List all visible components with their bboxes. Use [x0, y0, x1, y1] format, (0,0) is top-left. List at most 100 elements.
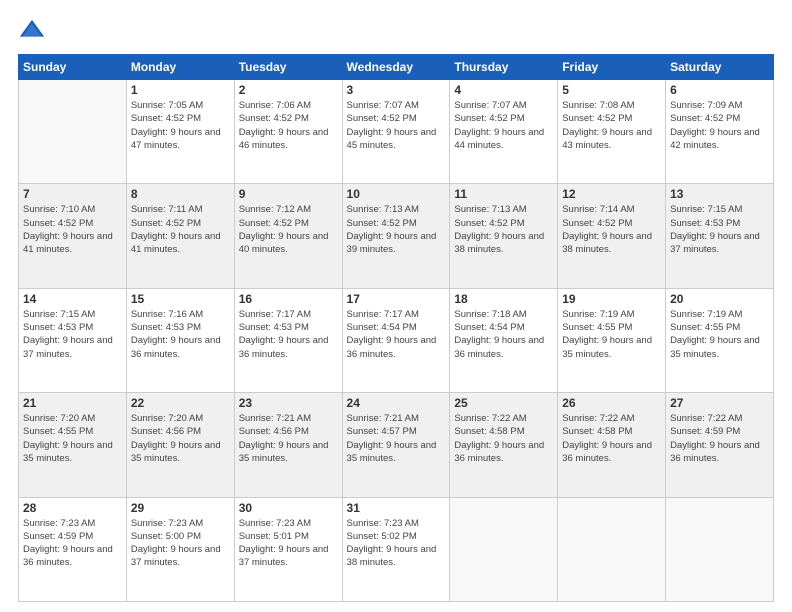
- day-info: Sunrise: 7:15 AMSunset: 4:53 PMDaylight:…: [670, 203, 769, 256]
- calendar-cell: 19 Sunrise: 7:19 AMSunset: 4:55 PMDayligh…: [558, 288, 666, 392]
- day-number: 2: [239, 83, 338, 97]
- calendar-cell: [558, 497, 666, 601]
- day-number: 16: [239, 292, 338, 306]
- calendar-row-3: 14Sunrise: 7:15 AMSunset: 4:53 PMDayligh…: [19, 288, 774, 392]
- day-info: Sunrise: 7:07 AMSunset: 4:52 PMDaylight:…: [347, 99, 446, 152]
- day-info: Sunrise: 7:19 AMSunset: 4:55 PMDaylight:…: [562, 308, 661, 361]
- day-info: Sunrise: 7:05 AMSunset: 4:52 PMDaylight:…: [131, 99, 230, 152]
- day-number: 7: [23, 187, 122, 201]
- logo: [18, 18, 50, 46]
- calendar-cell: 18Sunrise: 7:18 AMSunset: 4:54 PMDayligh…: [450, 288, 558, 392]
- weekday-thursday: Thursday: [450, 55, 558, 80]
- calendar-cell: [666, 497, 774, 601]
- calendar-cell: 14Sunrise: 7:15 AMSunset: 4:53 PMDayligh…: [19, 288, 127, 392]
- day-number: 1: [131, 83, 230, 97]
- day-info: Sunrise: 7:17 AMSunset: 4:53 PMDaylight:…: [239, 308, 338, 361]
- day-info: Sunrise: 7:06 AMSunset: 4:52 PMDaylight:…: [239, 99, 338, 152]
- day-info: Sunrise: 7:12 AMSunset: 4:52 PMDaylight:…: [239, 203, 338, 256]
- day-info: Sunrise: 7:23 AMSunset: 5:02 PMDaylight:…: [347, 517, 446, 570]
- day-info: Sunrise: 7:13 AMSunset: 4:52 PMDaylight:…: [347, 203, 446, 256]
- day-info: Sunrise: 7:19 AMSunset: 4:55 PMDaylight:…: [670, 308, 769, 361]
- calendar-cell: 4Sunrise: 7:07 AMSunset: 4:52 PMDaylight…: [450, 80, 558, 184]
- day-number: 22: [131, 396, 230, 410]
- calendar-table: SundayMondayTuesdayWednesdayThursdayFrid…: [18, 54, 774, 602]
- day-info: Sunrise: 7:11 AMSunset: 4:52 PMDaylight:…: [131, 203, 230, 256]
- weekday-sunday: Sunday: [19, 55, 127, 80]
- calendar-cell: 17 Sunrise: 7:17 AMSunset: 4:54 PMDayligh…: [342, 288, 450, 392]
- day-number: 20: [670, 292, 769, 306]
- day-number: 3: [347, 83, 446, 97]
- calendar-cell: 30 Sunrise: 7:23 AMSunset: 5:01 PMDayligh…: [234, 497, 342, 601]
- calendar-cell: 31 Sunrise: 7:23 AMSunset: 5:02 PMDayligh…: [342, 497, 450, 601]
- calendar-cell: 6 Sunrise: 7:09 AMSunset: 4:52 PMDaylight…: [666, 80, 774, 184]
- calendar-cell: 11 Sunrise: 7:13 AMSunset: 4:52 PMDayligh…: [450, 184, 558, 288]
- calendar-row-4: 21 Sunrise: 7:20 AMSunset: 4:55 PMDayligh…: [19, 393, 774, 497]
- calendar-cell: 9 Sunrise: 7:12 AMSunset: 4:52 PMDaylight…: [234, 184, 342, 288]
- day-info: Sunrise: 7:20 AMSunset: 4:56 PMDaylight:…: [131, 412, 230, 465]
- day-number: 28: [23, 501, 122, 515]
- calendar-cell: 5 Sunrise: 7:08 AMSunset: 4:52 PMDaylight…: [558, 80, 666, 184]
- calendar-cell: 27 Sunrise: 7:22 AMSunset: 4:59 PMDayligh…: [666, 393, 774, 497]
- day-number: 13: [670, 187, 769, 201]
- day-number: 14: [23, 292, 122, 306]
- calendar-cell: [19, 80, 127, 184]
- day-number: 26: [562, 396, 661, 410]
- day-number: 5: [562, 83, 661, 97]
- day-info: Sunrise: 7:22 AMSunset: 4:58 PMDaylight:…: [454, 412, 553, 465]
- day-info: Sunrise: 7:07 AMSunset: 4:52 PMDaylight:…: [454, 99, 553, 152]
- day-info: Sunrise: 7:16 AMSunset: 4:53 PMDaylight:…: [131, 308, 230, 361]
- weekday-saturday: Saturday: [666, 55, 774, 80]
- calendar-row-2: 7 Sunrise: 7:10 AMSunset: 4:52 PMDaylight…: [19, 184, 774, 288]
- calendar-cell: 20 Sunrise: 7:19 AMSunset: 4:55 PMDayligh…: [666, 288, 774, 392]
- weekday-header-row: SundayMondayTuesdayWednesdayThursdayFrid…: [19, 55, 774, 80]
- calendar-cell: 7 Sunrise: 7:10 AMSunset: 4:52 PMDaylight…: [19, 184, 127, 288]
- day-info: Sunrise: 7:17 AMSunset: 4:54 PMDaylight:…: [347, 308, 446, 361]
- day-number: 10: [347, 187, 446, 201]
- calendar-cell: 29Sunrise: 7:23 AMSunset: 5:00 PMDayligh…: [126, 497, 234, 601]
- weekday-wednesday: Wednesday: [342, 55, 450, 80]
- calendar-cell: 23 Sunrise: 7:21 AMSunset: 4:56 PMDayligh…: [234, 393, 342, 497]
- day-number: 17: [347, 292, 446, 306]
- day-number: 31: [347, 501, 446, 515]
- calendar-cell: 8 Sunrise: 7:11 AMSunset: 4:52 PMDaylight…: [126, 184, 234, 288]
- calendar-cell: 21 Sunrise: 7:20 AMSunset: 4:55 PMDayligh…: [19, 393, 127, 497]
- calendar-cell: 10 Sunrise: 7:13 AMSunset: 4:52 PMDayligh…: [342, 184, 450, 288]
- header: [18, 18, 774, 46]
- logo-icon: [18, 18, 46, 46]
- day-number: 19: [562, 292, 661, 306]
- calendar-cell: 3 Sunrise: 7:07 AMSunset: 4:52 PMDaylight…: [342, 80, 450, 184]
- day-number: 24: [347, 396, 446, 410]
- calendar-cell: 2 Sunrise: 7:06 AMSunset: 4:52 PMDaylight…: [234, 80, 342, 184]
- day-info: Sunrise: 7:22 AMSunset: 4:58 PMDaylight:…: [562, 412, 661, 465]
- day-info: Sunrise: 7:21 AMSunset: 4:56 PMDaylight:…: [239, 412, 338, 465]
- day-info: Sunrise: 7:23 AMSunset: 5:01 PMDaylight:…: [239, 517, 338, 570]
- day-number: 30: [239, 501, 338, 515]
- day-info: Sunrise: 7:22 AMSunset: 4:59 PMDaylight:…: [670, 412, 769, 465]
- day-info: Sunrise: 7:20 AMSunset: 4:55 PMDaylight:…: [23, 412, 122, 465]
- calendar-row-1: 1 Sunrise: 7:05 AMSunset: 4:52 PMDaylight…: [19, 80, 774, 184]
- day-number: 23: [239, 396, 338, 410]
- day-number: 18: [454, 292, 553, 306]
- day-info: Sunrise: 7:13 AMSunset: 4:52 PMDaylight:…: [454, 203, 553, 256]
- day-number: 15: [131, 292, 230, 306]
- day-info: Sunrise: 7:08 AMSunset: 4:52 PMDaylight:…: [562, 99, 661, 152]
- day-number: 9: [239, 187, 338, 201]
- day-info: Sunrise: 7:23 AMSunset: 5:00 PMDaylight:…: [131, 517, 230, 570]
- day-info: Sunrise: 7:23 AMSunset: 4:59 PMDaylight:…: [23, 517, 122, 570]
- calendar-cell: 16 Sunrise: 7:17 AMSunset: 4:53 PMDayligh…: [234, 288, 342, 392]
- calendar-cell: 24Sunrise: 7:21 AMSunset: 4:57 PMDayligh…: [342, 393, 450, 497]
- calendar-cell: 15 Sunrise: 7:16 AMSunset: 4:53 PMDayligh…: [126, 288, 234, 392]
- day-info: Sunrise: 7:09 AMSunset: 4:52 PMDaylight:…: [670, 99, 769, 152]
- day-number: 6: [670, 83, 769, 97]
- day-number: 8: [131, 187, 230, 201]
- day-number: 21: [23, 396, 122, 410]
- calendar-cell: [450, 497, 558, 601]
- day-number: 27: [670, 396, 769, 410]
- calendar-cell: 12Sunrise: 7:14 AMSunset: 4:52 PMDayligh…: [558, 184, 666, 288]
- day-info: Sunrise: 7:14 AMSunset: 4:52 PMDaylight:…: [562, 203, 661, 256]
- day-number: 11: [454, 187, 553, 201]
- weekday-monday: Monday: [126, 55, 234, 80]
- calendar-cell: 25Sunrise: 7:22 AMSunset: 4:58 PMDayligh…: [450, 393, 558, 497]
- day-info: Sunrise: 7:10 AMSunset: 4:52 PMDaylight:…: [23, 203, 122, 256]
- calendar-cell: 26 Sunrise: 7:22 AMSunset: 4:58 PMDayligh…: [558, 393, 666, 497]
